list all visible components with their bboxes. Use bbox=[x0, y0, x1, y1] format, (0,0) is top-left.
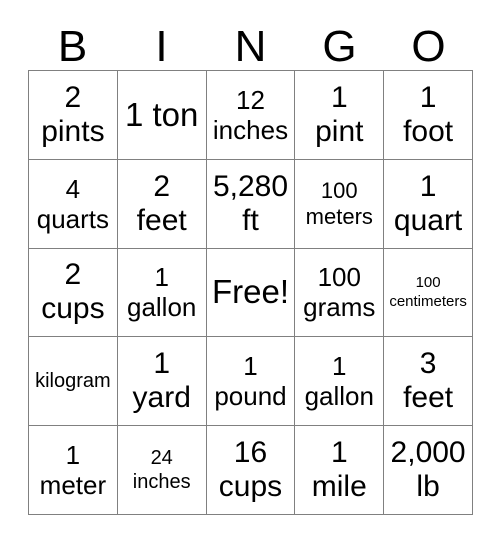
bingo-cell-label: 1 mile bbox=[311, 436, 367, 504]
bingo-header-letter-g: G bbox=[322, 22, 357, 71]
bingo-cell[interactable]: 16 cups bbox=[206, 426, 296, 515]
bingo-cell[interactable]: 1 foot bbox=[384, 71, 473, 160]
bingo-cell-label: 1 foot bbox=[403, 80, 454, 148]
bingo-cell[interactable]: 100 centimeters bbox=[384, 248, 473, 338]
bingo-cell-label: Free! bbox=[211, 273, 289, 311]
bingo-cell-label: 3 feet bbox=[403, 347, 454, 415]
bingo-cell-label: 16 cups bbox=[218, 436, 283, 504]
bingo-cell[interactable]: 100 grams bbox=[295, 248, 385, 338]
bingo-cell[interactable]: 5,280 ft bbox=[206, 159, 296, 249]
bingo-cell-label: 1 meter bbox=[39, 440, 107, 501]
bingo-cell[interactable]: 1 pint bbox=[295, 71, 385, 160]
bingo-cell-label: 5,280 ft bbox=[212, 169, 289, 237]
bingo-cell-label: 4 quarts bbox=[36, 173, 110, 234]
bingo-cell-label: kilogram bbox=[35, 370, 111, 393]
bingo-cell[interactable]: 1 gallon bbox=[295, 337, 385, 427]
bingo-cell-label: 12 inches bbox=[212, 84, 289, 145]
bingo-cell-label: 1 yard bbox=[132, 347, 191, 415]
bingo-cell-label: 100 centimeters bbox=[389, 274, 467, 311]
bingo-cell-label: 1 gallon bbox=[304, 351, 374, 412]
bingo-cell[interactable]: 1 yard bbox=[117, 337, 207, 427]
bingo-cell[interactable]: 1 ton bbox=[117, 71, 207, 160]
bingo-cell[interactable]: 3 feet bbox=[384, 337, 473, 427]
bingo-header-letter-b: B bbox=[57, 22, 88, 71]
bingo-cell-label: 2 cups bbox=[41, 258, 105, 326]
bingo-cell-label: 1 gallon bbox=[126, 262, 197, 323]
bingo-cell[interactable]: 4 quarts bbox=[29, 159, 118, 249]
bingo-cell-label: 2,000 lb bbox=[390, 436, 466, 504]
bingo-cell-label: 1 quart bbox=[393, 169, 463, 237]
bingo-cell[interactable]: 100 meters bbox=[295, 159, 385, 249]
bingo-cell[interactable]: 2 feet bbox=[117, 159, 207, 249]
bingo-cell[interactable]: 1 meter bbox=[29, 426, 118, 515]
bingo-cell[interactable]: 2 cups bbox=[29, 248, 118, 338]
bingo-cell[interactable]: 2 pints bbox=[29, 71, 118, 160]
bingo-cell[interactable]: 12 inches bbox=[206, 71, 296, 160]
bingo-cell[interactable]: 1 quart bbox=[384, 159, 473, 249]
bingo-grid: 2 pints 1 ton 12 inches 1 pint 1 foot 4 quart… bbox=[28, 70, 473, 515]
bingo-card: B I N G O 2 pints 1 ton 12 inches 1 pint 1 foot 4… bbox=[0, 0, 500, 544]
bingo-cell[interactable]: 1 mile bbox=[295, 426, 385, 515]
bingo-cell[interactable]: 1 gallon bbox=[117, 248, 207, 338]
bingo-cell-label: 24 inches bbox=[132, 447, 191, 494]
bingo-cell[interactable]: Free! bbox=[206, 248, 296, 338]
bingo-cell[interactable]: 24 inches bbox=[117, 426, 207, 515]
bingo-header-letter-o: O bbox=[411, 22, 446, 71]
bingo-cell-label: 1 ton bbox=[124, 95, 199, 133]
bingo-cell-label: 100 meters bbox=[305, 177, 373, 229]
bingo-cell-label: 2 feet bbox=[136, 169, 187, 237]
bingo-cell-label: 1 pint bbox=[315, 80, 364, 148]
bingo-header-row: BINGO bbox=[28, 18, 473, 70]
bingo-cell-label: 1 pound bbox=[214, 351, 287, 412]
bingo-cell[interactable]: 1 pound bbox=[206, 337, 296, 427]
bingo-cell[interactable]: 2,000 lb bbox=[384, 426, 473, 515]
bingo-cell-label: 2 pints bbox=[41, 80, 105, 148]
bingo-cell-label: 100 grams bbox=[303, 262, 376, 323]
bingo-cell[interactable]: kilogram bbox=[29, 337, 118, 427]
bingo-header-letter-i: I bbox=[155, 22, 168, 71]
bingo-header-letter-n: N bbox=[234, 22, 267, 71]
